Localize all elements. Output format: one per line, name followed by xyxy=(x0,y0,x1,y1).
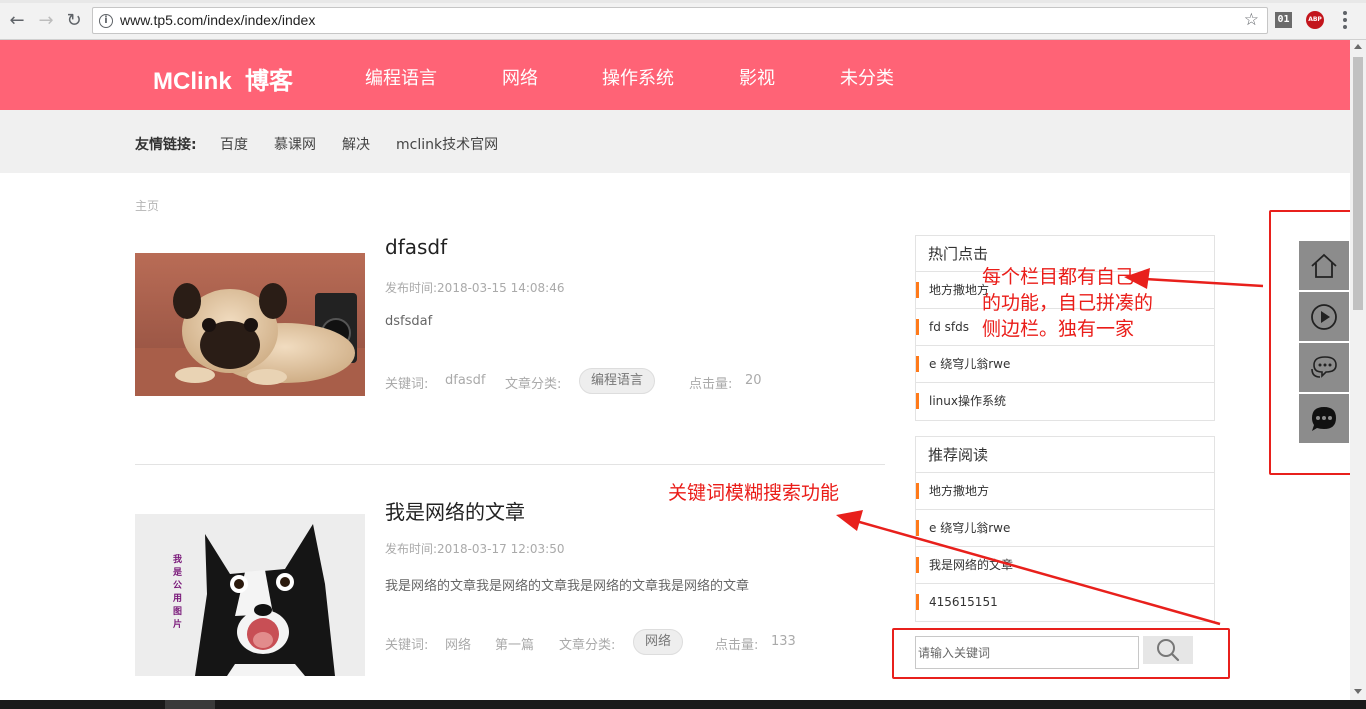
arrowhead-icon xyxy=(836,510,863,531)
annotation-arrows xyxy=(836,268,1264,626)
taskbar-item[interactable] xyxy=(165,700,215,709)
arrowhead-icon xyxy=(1124,268,1150,289)
annotation-arrow xyxy=(855,519,1221,626)
scroll-thumb[interactable] xyxy=(1353,57,1363,310)
page-scrollbar[interactable] xyxy=(1350,40,1366,700)
scroll-down-icon[interactable] xyxy=(1354,689,1362,694)
scroll-up-icon[interactable] xyxy=(1354,44,1362,49)
annotation-arrow xyxy=(1144,277,1264,288)
os-taskbar xyxy=(0,700,1366,709)
